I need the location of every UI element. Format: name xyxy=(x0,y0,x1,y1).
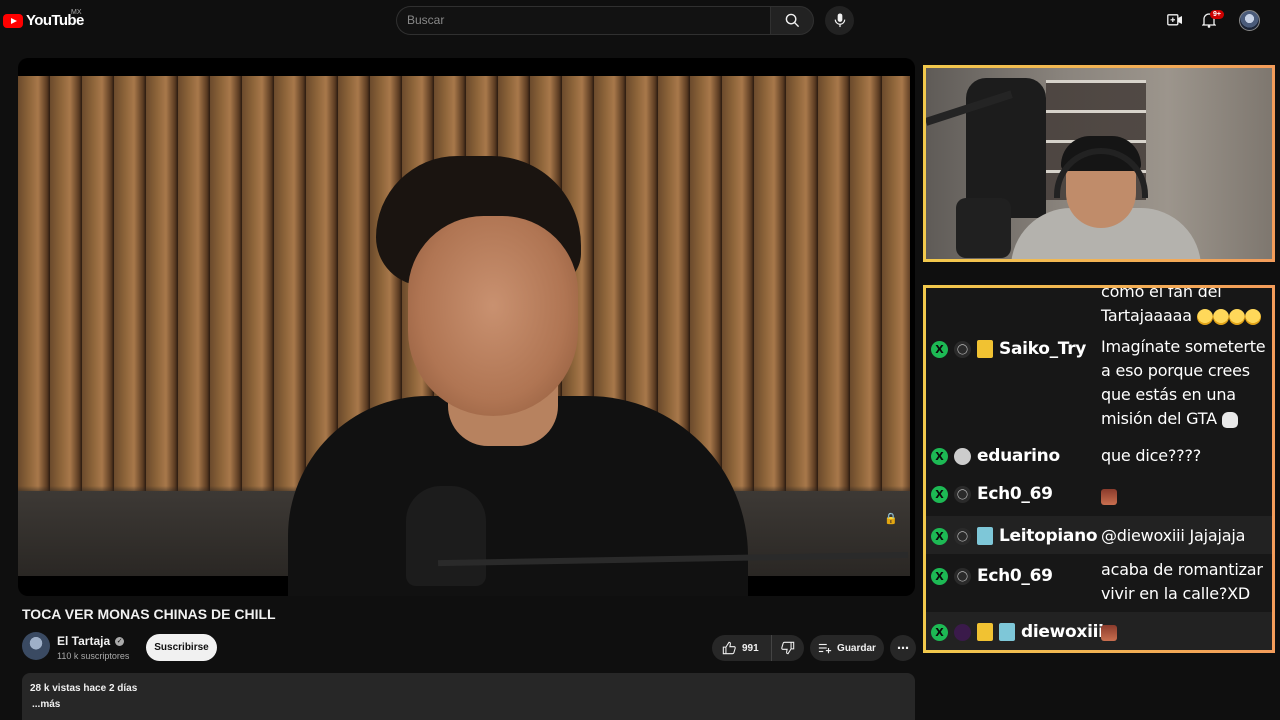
youtube-play-icon xyxy=(3,13,23,28)
x-badge-icon: X xyxy=(931,567,948,585)
search-icon xyxy=(785,13,799,28)
x-badge-icon: X xyxy=(931,485,948,503)
laughing-emoji-icon xyxy=(1212,308,1229,325)
like-dislike-group: 991 xyxy=(712,635,804,661)
verified-icon: ✓ xyxy=(115,636,125,646)
chat-message xyxy=(1101,484,1269,508)
search-button[interactable] xyxy=(770,6,814,35)
video-frame: 🔒 xyxy=(18,76,910,596)
chat-message-partial: como el fan del Tartajaaaaa xyxy=(1101,288,1269,328)
lock-icon: 🔒 xyxy=(884,513,898,525)
more-horizontal-icon: ⋯ xyxy=(897,641,909,655)
search-input[interactable]: Buscar xyxy=(396,6,770,35)
laughing-emoji-icon xyxy=(1244,308,1261,325)
thumbs-up-icon xyxy=(722,641,736,655)
save-label: Guardar xyxy=(837,642,876,654)
crown-badge-icon xyxy=(977,623,993,641)
create-video-icon xyxy=(1167,14,1182,26)
create-button[interactable] xyxy=(1165,10,1185,30)
like-count: 991 xyxy=(742,642,759,654)
more-actions-button[interactable]: ⋯ xyxy=(890,635,916,661)
video-title: TOCA VER MONAS CHINAS DE CHILL xyxy=(22,606,276,622)
subscribe-button[interactable]: Suscribirse xyxy=(146,634,217,661)
subscriber-badge-icon xyxy=(999,623,1015,641)
chat-username: Saiko_Try xyxy=(999,339,1087,359)
show-more-link[interactable]: ...más xyxy=(32,699,907,710)
subscriber-count: 110 k suscriptores xyxy=(57,651,130,661)
chat-message: @diewoxiii Jajajaja xyxy=(1101,526,1246,545)
channel-avatar[interactable] xyxy=(22,632,50,660)
chat-row: X ◯ Ech0_69 acaba de romantizar vivir en… xyxy=(926,556,1272,608)
chat-username: Ech0_69 xyxy=(977,566,1053,586)
skull-emoji-icon xyxy=(1221,411,1238,428)
channel-name-link[interactable]: El Tartaja ✓ xyxy=(57,634,125,648)
user-avatar-icon xyxy=(954,623,971,641)
chat-row: X diewoxiii xyxy=(926,612,1272,650)
video-player[interactable]: 🔒 xyxy=(18,58,915,596)
x-badge-icon: X xyxy=(931,527,948,545)
account-avatar[interactable] xyxy=(1239,10,1260,31)
user-avatar-icon xyxy=(954,447,971,465)
x-badge-icon: X xyxy=(931,447,948,465)
playlist-add-icon xyxy=(818,643,832,654)
user-icon: ◯ xyxy=(954,485,971,503)
chat-username: eduarino xyxy=(977,446,1060,466)
face-emote-icon xyxy=(1101,624,1117,641)
laughing-emoji-icon xyxy=(1196,308,1213,325)
x-badge-icon: X xyxy=(931,340,948,358)
like-button[interactable]: 991 xyxy=(712,635,772,661)
crown-badge-icon xyxy=(977,340,993,358)
x-badge-icon: X xyxy=(931,623,948,641)
description-box[interactable]: 28 k vistas hace 2 días ...más xyxy=(22,673,915,720)
region-label: MX xyxy=(71,9,82,16)
channel-name: El Tartaja xyxy=(57,634,111,648)
chat-message xyxy=(1101,620,1269,644)
user-icon: ◯ xyxy=(954,527,971,545)
chat-row: X eduarino que dice???? xyxy=(926,438,1272,476)
chat-username: Ech0_69 xyxy=(977,484,1053,504)
views-and-date: 28 k vistas hace 2 días xyxy=(30,683,138,694)
user-icon: ◯ xyxy=(954,340,971,358)
chat-message: acaba de romantizar vivir en la calle?XD xyxy=(1101,560,1263,603)
laughing-emoji-icon xyxy=(1228,308,1245,325)
youtube-logo[interactable]: YouTube MX xyxy=(3,9,84,29)
chat-row: X ◯ Saiko_Try Imagínate someterte a eso … xyxy=(926,333,1272,438)
top-bar: YouTube MX Buscar 9+ xyxy=(0,0,1280,42)
chat-username: diewoxiii xyxy=(1021,622,1104,642)
chat-row: X ◯ Leitopiano @diewoxiii Jajajaja xyxy=(926,516,1272,554)
face-emote-icon xyxy=(1101,488,1117,505)
chat-message: Imagínate someterte a eso porque crees q… xyxy=(1101,337,1266,428)
video-person xyxy=(278,156,758,596)
chat-message: que dice???? xyxy=(1101,446,1202,465)
notification-count-badge: 9+ xyxy=(1210,10,1224,19)
chat-row: X ◯ Ech0_69 xyxy=(926,476,1272,514)
chat-overlay: como el fan del Tartajaaaaa X ◯ Saiko_Tr… xyxy=(923,285,1275,653)
dislike-button[interactable] xyxy=(772,635,804,661)
subscriber-badge-icon xyxy=(977,527,993,545)
chat-username: Leitopiano xyxy=(999,526,1098,546)
save-button[interactable]: Guardar xyxy=(810,635,884,661)
thumbs-down-icon xyxy=(781,641,795,655)
user-icon: ◯ xyxy=(954,567,971,585)
facecam-overlay xyxy=(923,65,1275,262)
voice-search-button[interactable] xyxy=(825,6,854,35)
microphone-icon xyxy=(834,13,845,28)
studio-microphone xyxy=(406,486,486,586)
